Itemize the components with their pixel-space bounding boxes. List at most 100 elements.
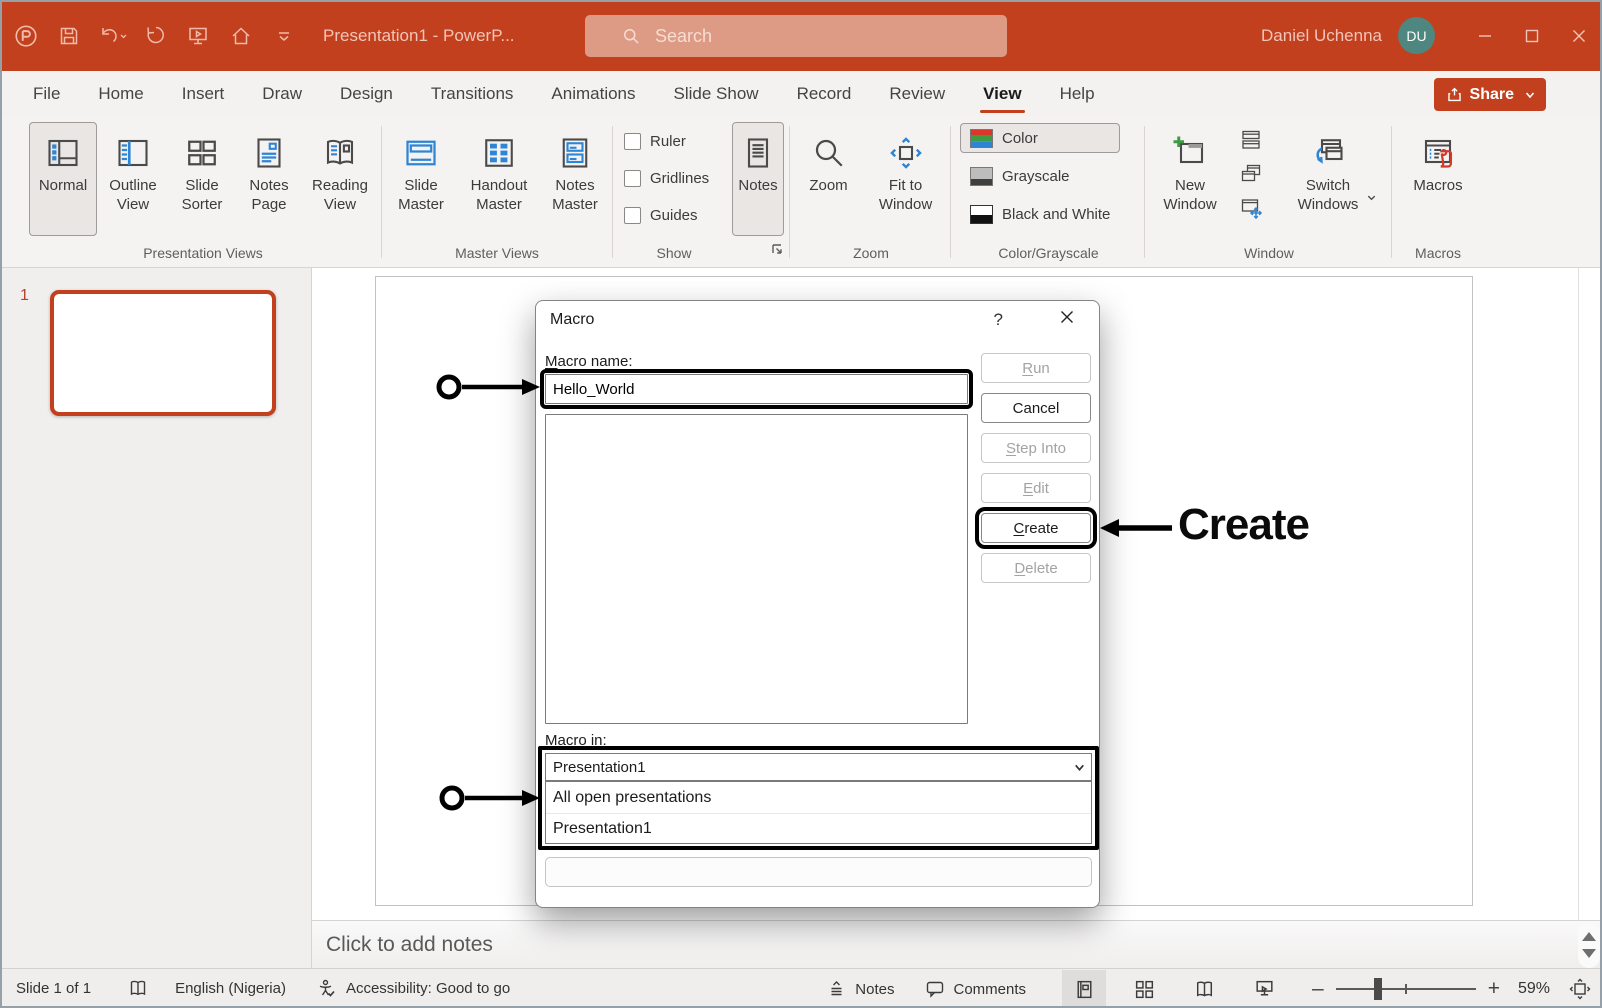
chevron-down-icon [1524, 89, 1536, 101]
share-button[interactable]: Share [1434, 78, 1546, 111]
checkbox-box [624, 170, 641, 187]
tab-help[interactable]: Help [1041, 71, 1114, 116]
comments-toggle[interactable]: Comments [924, 978, 1026, 1000]
checkbox-box [624, 133, 641, 150]
close-button[interactable] [1555, 0, 1602, 71]
option-all-open-presentations[interactable]: All open presentations [546, 782, 1091, 813]
tab-review[interactable]: Review [870, 71, 964, 116]
start-slideshow-icon[interactable] [181, 19, 215, 53]
zoom-out-button[interactable]: – [1312, 977, 1324, 1001]
delete-button[interactable]: Delete [981, 553, 1091, 583]
slide-info[interactable]: Slide 1 of 1 [16, 980, 91, 997]
search-icon [621, 26, 641, 46]
slide-nav-buttons [1578, 922, 1600, 968]
normal-view-button[interactable]: Normal [29, 122, 97, 236]
new-window-button[interactable]: New Window [1152, 122, 1228, 236]
redo-icon[interactable] [138, 19, 172, 53]
next-slide-button[interactable] [1582, 949, 1596, 958]
zoom-slider[interactable] [1336, 988, 1476, 990]
slide-sorter-button[interactable]: Slide Sorter [169, 122, 235, 236]
fit-to-window-button[interactable]: Fit to Window [865, 122, 947, 236]
undo-icon[interactable] [95, 19, 129, 53]
tab-file[interactable]: File [14, 71, 79, 116]
tab-transitions[interactable]: Transitions [412, 71, 533, 116]
zoom-level[interactable]: 59% [1518, 980, 1550, 998]
tab-view[interactable]: View [964, 71, 1040, 116]
group-window: New Window Switch Windows [1146, 116, 1392, 268]
quick-access-toolbar-chevron-icon[interactable] [267, 19, 301, 53]
close-icon[interactable] [1059, 309, 1075, 329]
macro-in-dropdown-list: All open presentations Presentation1 [545, 781, 1092, 844]
zoom-button[interactable]: Zoom [796, 122, 862, 236]
tab-draw[interactable]: Draw [243, 71, 321, 116]
slide-1-thumbnail[interactable] [50, 290, 276, 416]
zoom-in-button[interactable]: + [1488, 977, 1500, 1001]
accessibility-icon [316, 978, 338, 1000]
search-placeholder: Search [655, 26, 712, 47]
black-and-white-button[interactable]: Black and White [960, 199, 1120, 229]
guides-checkbox[interactable]: Guides [624, 202, 709, 228]
tab-slide-show[interactable]: Slide Show [655, 71, 778, 116]
edit-button[interactable]: Edit [981, 473, 1091, 503]
reading-view-button[interactable]: Reading View [303, 122, 377, 236]
fit-slide-to-window-icon[interactable] [1568, 977, 1592, 1001]
outline-view-icon [113, 130, 153, 176]
tab-design[interactable]: Design [321, 71, 412, 116]
notes-toggle-button[interactable]: Notes [732, 122, 784, 236]
save-icon[interactable] [52, 19, 86, 53]
show-dialog-launcher-icon[interactable] [770, 242, 784, 261]
notes-page-button[interactable]: Notes Page [238, 122, 300, 236]
macro-name-input[interactable] [545, 374, 968, 404]
group-label: Zoom [791, 245, 951, 261]
view-slideshow-button[interactable] [1242, 970, 1286, 1008]
powerpoint-logo-icon[interactable] [9, 19, 43, 53]
status-bar: Slide 1 of 1 English (Nigeria) Accessibi… [0, 968, 1602, 1008]
avatar[interactable]: DU [1398, 17, 1435, 54]
ruler-checkbox[interactable]: Ruler [624, 128, 709, 154]
reading-view-icon [320, 130, 360, 176]
view-slide-sorter-button[interactable] [1122, 970, 1166, 1008]
cascade-icon[interactable] [1236, 160, 1266, 187]
language-status[interactable]: English (Nigeria) [175, 980, 286, 997]
previous-slide-button[interactable] [1582, 932, 1596, 941]
switch-windows-button[interactable]: Switch Windows [1276, 122, 1380, 236]
user-name[interactable]: Daniel Uchenna [1261, 26, 1382, 46]
notes-pane[interactable]: Click to add notes [312, 920, 1602, 968]
tab-record[interactable]: Record [778, 71, 871, 116]
macro-listbox[interactable] [545, 414, 968, 724]
tab-home[interactable]: Home [79, 71, 162, 116]
home-icon[interactable] [224, 19, 258, 53]
run-button[interactable]: Run [981, 353, 1091, 383]
accessibility-status[interactable]: Accessibility: Good to go [346, 980, 510, 997]
view-reading-button[interactable] [1182, 970, 1226, 1008]
help-icon[interactable]: ? [994, 310, 1003, 330]
vertical-scrollbar[interactable] [1578, 268, 1579, 920]
macros-button[interactable]: Macros [1406, 122, 1470, 236]
spell-check-icon[interactable] [127, 978, 149, 1000]
handout-master-button[interactable]: Handout Master [459, 122, 539, 236]
notes-master-button[interactable]: Notes Master [542, 122, 608, 236]
maximize-button[interactable] [1508, 0, 1555, 71]
chevron-down-icon [1366, 192, 1377, 203]
grayscale-button[interactable]: Grayscale [960, 161, 1120, 191]
tab-insert[interactable]: Insert [163, 71, 244, 116]
create-button[interactable]: Create [981, 513, 1091, 543]
move-split-icon[interactable] [1236, 194, 1266, 221]
minimize-button[interactable] [1461, 0, 1508, 71]
outline-view-button[interactable]: Outline View [100, 122, 166, 236]
color-button[interactable]: Color [960, 123, 1120, 153]
arrange-all-icon[interactable] [1236, 126, 1266, 153]
cancel-button[interactable]: Cancel [981, 393, 1091, 423]
search-input[interactable]: Search [585, 15, 1007, 57]
slide-sorter-icon [182, 130, 222, 176]
gridlines-checkbox[interactable]: Gridlines [624, 165, 709, 191]
view-normal-button[interactable] [1062, 970, 1106, 1008]
slide-master-button[interactable]: Slide Master [386, 122, 456, 236]
zoom-slider-thumb[interactable] [1374, 978, 1382, 1000]
step-into-button[interactable]: Step Into [981, 433, 1091, 463]
notes-master-icon [555, 130, 595, 176]
macro-in-combobox[interactable]: Presentation1 [545, 753, 1092, 781]
notes-toggle[interactable]: Notes [827, 978, 894, 1000]
option-presentation1[interactable]: Presentation1 [546, 813, 1091, 844]
tab-animations[interactable]: Animations [532, 71, 654, 116]
